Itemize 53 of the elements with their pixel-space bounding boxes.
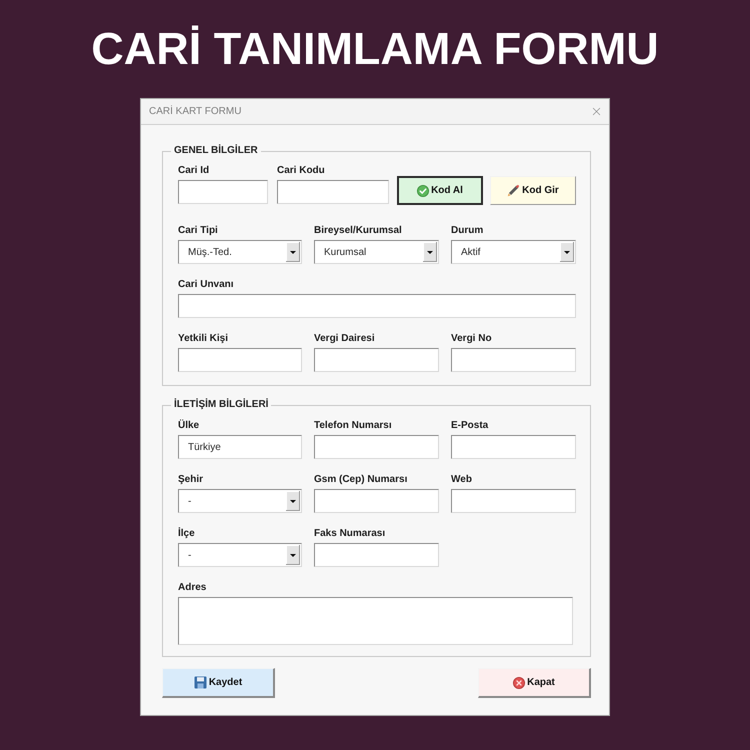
check-circle-icon	[417, 184, 430, 196]
caret-icon[interactable]	[286, 545, 300, 565]
field-label: Cari Tipi	[178, 225, 218, 237]
field-label: Faks Numarası	[314, 528, 386, 540]
text-field[interactable]	[451, 489, 576, 513]
pencil-icon	[507, 184, 520, 197]
text-field[interactable]	[178, 294, 576, 318]
field-label: E-Posta	[451, 420, 488, 432]
close-icon[interactable]	[590, 105, 603, 118]
field-label: Vergi No	[451, 333, 492, 345]
field-label: Vergi Dairesi	[314, 333, 375, 345]
caret-icon[interactable]	[286, 491, 300, 511]
field-label: İlçe	[178, 528, 195, 540]
dropdown[interactable]: -	[178, 543, 302, 567]
close-button[interactable]: Kapat	[478, 668, 591, 698]
field-label: Şehir	[178, 474, 204, 486]
text-field[interactable]	[314, 543, 439, 567]
text-field[interactable]	[178, 180, 268, 204]
field-label: Bireysel/Kurumsal	[314, 225, 402, 237]
dropdown[interactable]: Aktif	[451, 240, 576, 264]
text-field[interactable]	[314, 348, 439, 372]
caret-icon[interactable]	[560, 242, 574, 262]
window-title: CARİ KART FORMU	[149, 106, 242, 118]
enter-code-button[interactable]: Kod Gir	[490, 176, 576, 205]
save-button[interactable]: Kaydet	[162, 668, 275, 698]
group-title: GENEL BİLGİLER	[173, 145, 259, 157]
dropdown[interactable]: Müş.-Ted.	[178, 240, 302, 264]
caret-icon[interactable]	[286, 242, 300, 262]
field-label: Yetkili Kişi	[178, 333, 228, 345]
text-field[interactable]	[451, 348, 576, 372]
x-circle-icon	[513, 676, 526, 688]
get-code-button[interactable]: Kod Al	[397, 176, 483, 205]
field-label: Ülke	[178, 420, 200, 432]
field-label: Durum	[451, 225, 484, 237]
field-label: Telefon Numarsı	[314, 420, 392, 432]
field-label: Cari Kodu	[277, 165, 325, 177]
text-field[interactable]	[314, 489, 439, 513]
text-field[interactable]	[451, 435, 576, 459]
field-label: Gsm (Cep) Numarsı	[314, 474, 408, 486]
page-heading: CARİ TANIMLAMA FORMU	[91, 26, 659, 71]
caret-icon[interactable]	[423, 242, 437, 262]
text-field[interactable]: Türkiye	[178, 435, 302, 459]
text-field[interactable]	[178, 348, 302, 372]
group-title: İLETİŞİM BİLGİLERİ	[173, 399, 270, 411]
field-label: Cari Unvanı	[178, 279, 234, 291]
text-field[interactable]	[314, 435, 439, 459]
field-label: Web	[451, 474, 472, 486]
dropdown[interactable]: Kurumsal	[314, 240, 439, 264]
text-area[interactable]	[178, 597, 573, 645]
dropdown[interactable]: -	[178, 489, 302, 513]
text-field[interactable]	[277, 180, 389, 204]
field-label: Adres	[178, 582, 206, 594]
field-label: Cari Id	[178, 165, 210, 177]
